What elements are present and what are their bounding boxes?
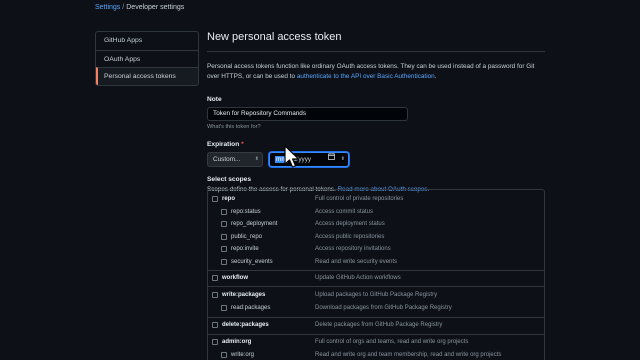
scope-row-repo-deployment: repo_deployment Access deployment status (208, 218, 544, 230)
scope-row-repo-invite: repo:invite Access repository invitation… (208, 243, 544, 255)
scope-checkbox[interactable] (221, 246, 227, 252)
scope-name: delete:packages (222, 322, 269, 328)
scope-name: workflow (222, 275, 249, 281)
calendar-icon[interactable] (328, 153, 335, 166)
expiration-row: Custom... ⬍ mm/dd/yyyy ⬍ (207, 152, 545, 167)
date-spinner-icon[interactable]: ⬍ (341, 153, 345, 166)
scope-name: repo_deployment (231, 221, 278, 227)
settings-sidebar: GitHub Apps OAuth Apps Personal access t… (95, 31, 199, 86)
scope-description: Download packages from GitHub Package Re… (315, 305, 452, 311)
scope-divider (208, 334, 544, 335)
scope-description: Read and write org and team membership, … (315, 352, 502, 358)
expiration-select[interactable]: Custom... ⬍ (207, 152, 263, 167)
scopes-list: repo Full control of private repositorie… (207, 189, 545, 360)
scope-checkbox[interactable] (212, 339, 218, 345)
expiration-label-text: Expiration (207, 141, 240, 148)
scope-row-write-org: write:org Read and write org and team me… (208, 349, 544, 360)
basic-auth-link[interactable]: authenticate to the API over Basic Authe… (297, 73, 435, 80)
expiration-label: Expiration * (207, 141, 545, 148)
scope-description: Access repository invitations (315, 246, 391, 252)
scope-description: Full control of orgs and teams, read and… (315, 339, 469, 345)
scope-checkbox[interactable] (221, 221, 227, 227)
note-hint: What's this token for? (207, 124, 261, 130)
scope-checkbox[interactable] (212, 275, 218, 281)
scope-description: Full control of private repositories (315, 196, 404, 202)
scope-row-workflow: workflow Update GitHub Action workflows (208, 272, 544, 284)
mouse-pointer-icon (284, 145, 300, 168)
scope-checkbox[interactable] (221, 233, 227, 240)
scope-checkbox[interactable] (212, 292, 218, 298)
sidebar-item-personal-access-tokens[interactable]: Personal access tokens (96, 67, 198, 85)
scope-checkbox[interactable] (212, 322, 218, 328)
scope-divider (208, 317, 544, 318)
note-label: Note (207, 96, 222, 103)
scope-description: Access public repositories (315, 233, 385, 240)
scopes-label: Select scopes (207, 176, 251, 183)
scope-description: Read and write security events (315, 258, 398, 265)
scope-checkbox[interactable] (221, 208, 227, 215)
scope-divider (208, 286, 544, 287)
page-title: New personal access token (207, 31, 545, 52)
scope-row-repo-status: repo:status Access commit status (208, 206, 544, 218)
top-bar: Settings / Developer settings (0, 0, 640, 18)
scope-row-write-packages: write:packages Upload packages to GitHub… (208, 289, 544, 301)
scope-row-security-events: security_events Read and write security … (208, 256, 544, 268)
breadcrumb-separator: / (122, 4, 125, 11)
breadcrumb: Settings / Developer settings (95, 4, 184, 11)
scope-name: public_repo (231, 233, 263, 240)
scope-name: repo:status (231, 208, 261, 215)
scope-description: Upload packages to GitHub Package Regist… (315, 292, 438, 298)
scope-row-delete-packages: delete:packages Delete packages from Git… (208, 319, 544, 331)
breadcrumb-current: Developer settings (126, 4, 185, 11)
scope-name: security_events (231, 258, 273, 265)
scope-name: write:org (231, 352, 255, 358)
note-input[interactable]: Token for Repository Commands (207, 107, 408, 121)
required-mark: * (241, 141, 244, 148)
scope-description: Update GitHub Action workflows (315, 275, 401, 281)
breadcrumb-settings-link[interactable]: Settings (95, 4, 120, 11)
scope-checkbox[interactable] (221, 352, 227, 358)
scope-checkbox[interactable] (212, 196, 218, 202)
intro-paragraph: Personal access tokens function like ord… (207, 62, 543, 81)
scope-divider (208, 270, 544, 271)
scope-name: repo:invite (231, 246, 259, 252)
scope-row-admin-org: admin:org Full control of orgs and teams… (208, 336, 544, 348)
scope-name: admin:org (222, 339, 252, 345)
sidebar-item-oauth-apps[interactable]: OAuth Apps (96, 49, 198, 68)
scope-description: Access commit status (315, 208, 374, 215)
main-content: New personal access token Personal acces… (207, 31, 545, 193)
expiration-date-input[interactable]: mm/dd/yyyy ⬍ (269, 152, 349, 167)
scope-name: write:packages (222, 292, 266, 298)
expiration-select-value: Custom... (213, 156, 241, 163)
scope-row-repo: repo Full control of private repositorie… (208, 193, 544, 205)
sidebar-item-github-apps[interactable]: GitHub Apps (96, 32, 198, 50)
scope-name: read:packages (231, 305, 271, 311)
scope-checkbox[interactable] (221, 305, 227, 311)
scope-name: repo (222, 196, 236, 202)
scope-checkbox[interactable] (221, 258, 227, 265)
select-arrows-icon: ⬍ (254, 156, 259, 162)
intro-end: . (434, 72, 437, 80)
scope-description: Access deployment status (315, 221, 385, 227)
scope-row-public-repo: public_repo Access public repositories (208, 231, 544, 243)
scope-description: Delete packages from GitHub Package Regi… (315, 322, 443, 328)
scope-row-read-packages: read:packages Download packages from Git… (208, 302, 544, 314)
